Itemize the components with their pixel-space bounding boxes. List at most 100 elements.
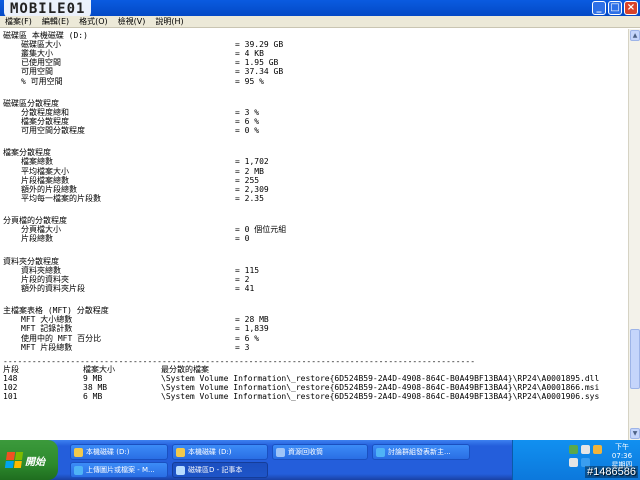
cell-file-path: \System Volume Information\_restore{6D52… bbox=[161, 392, 600, 402]
col-file-size: 檔案大小 bbox=[83, 364, 115, 374]
col-most-fragmented-file: 最分散的檔案 bbox=[161, 364, 209, 374]
menu-edit[interactable]: 編輯(E) bbox=[42, 16, 69, 27]
volume-icon[interactable] bbox=[581, 445, 590, 454]
row-label: 平均每一檔案的片段數 bbox=[21, 193, 101, 203]
notepad-icon bbox=[176, 465, 185, 475]
vertical-scrollbar[interactable]: ▲ ▼ bbox=[628, 29, 640, 440]
menu-view[interactable]: 檢視(V) bbox=[118, 16, 146, 27]
section-header: 資料夾分散程度 bbox=[3, 256, 59, 266]
row-label: 片段的資料夾 bbox=[21, 274, 69, 284]
row-label: 片段總數 bbox=[21, 234, 53, 244]
task-upload-image[interactable]: 上傳圖片或檔案 - M... bbox=[70, 462, 168, 478]
start-label: 開始 bbox=[25, 456, 45, 468]
windows-logo-icon bbox=[4, 452, 24, 468]
row-value: = 3 bbox=[235, 342, 250, 352]
row-label: 可用空間 bbox=[21, 67, 53, 77]
scroll-thumb[interactable] bbox=[630, 329, 640, 389]
section-header: 主檔案表格 (MFT) 分散程度 bbox=[3, 306, 109, 316]
row-label: 檔案分散程度 bbox=[21, 116, 69, 126]
task-label: 本機磁碟 (D:) bbox=[86, 448, 130, 456]
row-value: = 28 MB bbox=[235, 315, 269, 325]
row-value: = 2.35 bbox=[235, 193, 264, 203]
clock-time: 下午 07:36 bbox=[611, 443, 633, 460]
scroll-down-arrow-icon[interactable]: ▼ bbox=[630, 428, 640, 439]
section-header: 磁碟區分散程度 bbox=[3, 98, 59, 108]
task-label: 資源回收筒 bbox=[288, 448, 323, 456]
task-local-disk-2[interactable]: 本機磁碟 (D:) bbox=[172, 444, 268, 460]
row-value: = 2 bbox=[235, 274, 250, 284]
close-button[interactable]: × bbox=[624, 1, 638, 15]
cell-file-size: 38 MB bbox=[83, 383, 108, 393]
row-value: = 37.34 GB bbox=[235, 67, 284, 77]
cell-file-path: \System Volume Information\_restore{6D52… bbox=[161, 383, 600, 393]
row-value: = 0 個位元組 bbox=[235, 225, 287, 235]
task-label: 磁碟區D - 記事本 bbox=[188, 466, 243, 474]
task-recycle-bin[interactable]: 資源回收筒 bbox=[272, 444, 368, 460]
row-label: 資料夾總數 bbox=[21, 265, 61, 275]
row-label: 叢集大小 bbox=[21, 49, 53, 59]
row-label: MFT 片段總數 bbox=[21, 342, 73, 352]
ie-browser-icon bbox=[376, 447, 385, 457]
title-bar: MOBILE01 _ □ × bbox=[0, 0, 640, 18]
cell-fragments: 101 bbox=[3, 392, 18, 402]
taskbar: 開始 本機磁碟 (D:) 本機磁碟 (D:) 資源回收筒 討論群組發表新主...… bbox=[0, 440, 640, 480]
cell-file-size: 6 MB bbox=[83, 392, 103, 402]
section-header: 分頁檔的分散程度 bbox=[3, 216, 67, 226]
folder-icon bbox=[176, 447, 185, 457]
cell-file-path: \System Volume Information\_restore{6D52… bbox=[161, 374, 600, 384]
scroll-up-arrow-icon[interactable]: ▲ bbox=[630, 30, 640, 41]
menu-help[interactable]: 說明(H) bbox=[155, 16, 183, 27]
row-label: 檔案總數 bbox=[21, 157, 53, 167]
start-button[interactable]: 開始 bbox=[0, 440, 58, 480]
row-label: % 可用空間 bbox=[21, 76, 63, 86]
row-label: 磁碟區大小 bbox=[21, 40, 61, 50]
row-value: = 6 % bbox=[235, 333, 260, 343]
minimize-button[interactable]: _ bbox=[592, 1, 606, 15]
row-label: 分頁檔大小 bbox=[21, 225, 61, 235]
keyboard-icon[interactable] bbox=[569, 458, 578, 467]
task-local-disk-1[interactable]: 本機磁碟 (D:) bbox=[70, 444, 168, 460]
row-value: = 115 bbox=[235, 265, 260, 275]
recycle-bin-icon bbox=[276, 447, 285, 457]
maximize-button[interactable]: □ bbox=[608, 1, 622, 15]
row-value: = 2 MB bbox=[235, 166, 264, 176]
notepad-text-area[interactable]: 磁碟區 本機磁碟 (D:) 磁碟區大小 = 39.29 GB 叢集大小 = 4 KB 已使… bbox=[0, 29, 628, 440]
task-label: 討論群組發表新主... bbox=[388, 448, 451, 456]
menu-format[interactable]: 格式(O) bbox=[79, 16, 108, 27]
row-value: = 6 % bbox=[235, 116, 260, 126]
row-label: 已使用空間 bbox=[21, 58, 61, 68]
row-label: 平均檔案大小 bbox=[21, 166, 69, 176]
row-label: 額外的片段總數 bbox=[21, 184, 77, 194]
row-value: = 1,839 bbox=[235, 324, 269, 334]
window-controls: _ □ × bbox=[592, 1, 638, 15]
row-value: = 1.95 GB bbox=[235, 58, 279, 68]
menu-file[interactable]: 檔案(F) bbox=[5, 16, 32, 27]
row-label: 分散程度總和 bbox=[21, 107, 69, 117]
row-value: = 95 % bbox=[235, 76, 264, 86]
section-header: 磁碟區 本機磁碟 (D:) bbox=[3, 31, 88, 40]
menu-bar: 檔案(F) 編輯(E) 格式(O) 檢視(V) 說明(H) bbox=[0, 16, 640, 28]
row-label: 使用中的 MFT 百分比 bbox=[21, 333, 102, 343]
row-value: = 1,702 bbox=[235, 157, 269, 167]
row-value: = 0 % bbox=[235, 126, 260, 136]
ie-browser-icon bbox=[74, 465, 83, 475]
photo-id-label: #1486586 bbox=[585, 466, 638, 478]
task-label: 本機磁碟 (D:) bbox=[188, 448, 232, 456]
task-label: 上傳圖片或檔案 - M... bbox=[86, 466, 155, 474]
task-forum-new-topic[interactable]: 討論群組發表新主... bbox=[372, 444, 470, 460]
row-label: MFT 記錄計數 bbox=[21, 324, 73, 334]
row-label: 額外的資料夾片段 bbox=[21, 283, 85, 293]
row-value: = 255 bbox=[235, 175, 260, 185]
task-notepad-active[interactable]: 磁碟區D - 記事本 bbox=[172, 462, 268, 478]
row-value: = 4 KB bbox=[235, 49, 264, 59]
row-value: = 2,309 bbox=[235, 184, 269, 194]
security-icon[interactable] bbox=[593, 445, 602, 454]
cell-file-size: 9 MB bbox=[83, 374, 103, 384]
row-value: = 3 % bbox=[235, 107, 260, 117]
cell-fragments: 148 bbox=[3, 374, 18, 384]
row-value: = 39.29 GB bbox=[235, 40, 284, 50]
row-value: = 41 bbox=[235, 283, 255, 293]
row-value: = 0 bbox=[235, 234, 250, 244]
network-icon[interactable] bbox=[569, 445, 578, 454]
folder-icon bbox=[74, 447, 83, 457]
